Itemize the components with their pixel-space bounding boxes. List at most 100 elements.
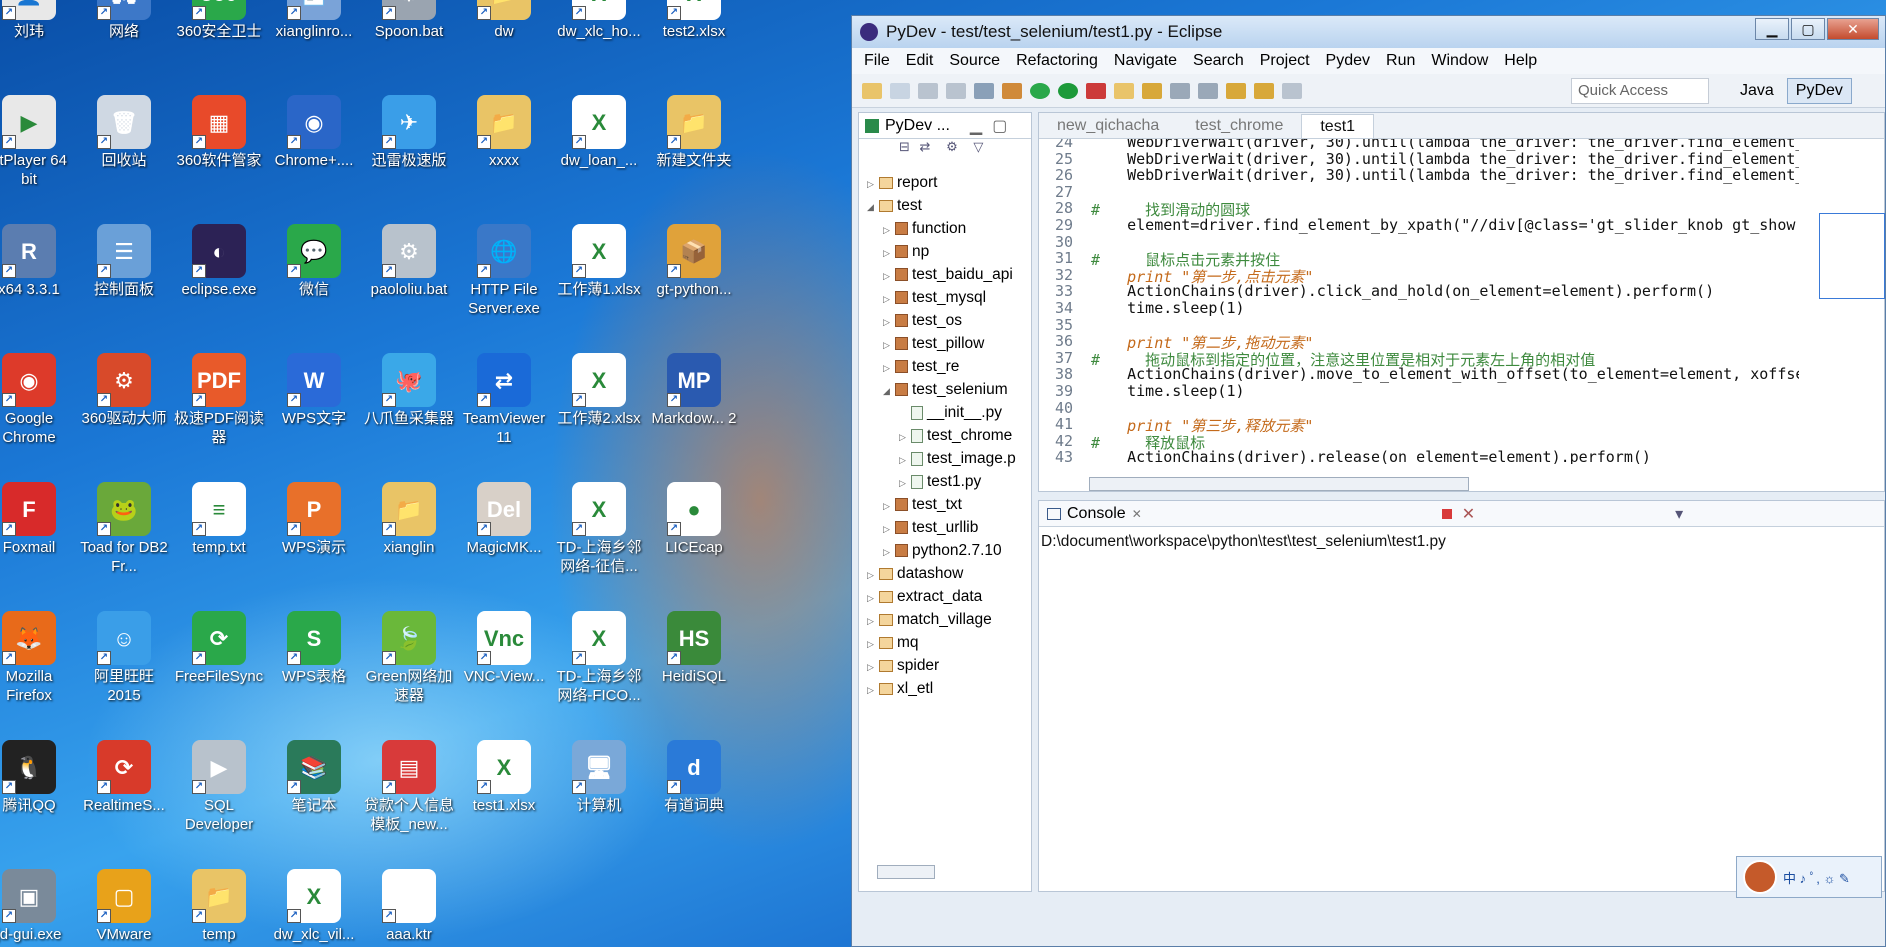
desktop-icon-28[interactable]: 🐙 ↗ 八爪鱼采集器 [362,353,456,428]
link-editor-icon[interactable]: ⇄ [920,139,931,154]
minimize-view-icon[interactable]: ▁ [970,116,982,136]
desktop-icon-5[interactable]: 📁↗ dw [457,0,551,41]
expand-toggle-icon[interactable]: ▷ [867,656,879,677]
expand-toggle-icon[interactable]: ▷ [899,472,911,493]
desktop-icon-36[interactable]: 📁 ↗ xianglin [362,482,456,557]
desktop-icon-15[interactable]: 📁 ↗ 新建文件夹 [647,95,741,170]
view-menu-icon[interactable]: ▽ [973,139,983,154]
console-menu-icon[interactable]: ▾ [1675,504,1683,524]
code-line[interactable]: ActionChains(driver).move_to_element_wit… [1091,365,1799,383]
desktop-icon-31[interactable]: MP ↗ Markdow... 2 [647,353,741,428]
maximize-view-icon[interactable]: ▢ [992,116,1007,136]
remove-launch-icon[interactable]: ✕ [1462,504,1475,524]
filters-icon[interactable]: ⚙ [946,139,958,154]
title-bar[interactable]: PyDev - test/test_selenium/test1.py - Ec… [852,16,1885,48]
forward-icon[interactable] [1282,82,1302,99]
tree-item-function[interactable]: ▷ function [859,217,1031,240]
desktop-icon-25[interactable]: ⚙ ↗ 360驱动大师 [77,353,171,428]
close-button[interactable]: ✕ [1827,18,1879,40]
desktop-icon-57[interactable]: ▢ ↗ VMware [77,869,171,944]
run-icon[interactable] [1058,82,1078,99]
tree-item-python2-7-10[interactable]: ▷ python2.7.10 [859,539,1031,562]
tab-new-qichacha[interactable]: new_qichacha [1039,114,1177,138]
tab-test1[interactable]: test1 [1301,114,1375,138]
desktop-icon-29[interactable]: ⇄ ↗ TeamViewer 11 [457,353,551,447]
desktop-icon-41[interactable]: ☺ ↗ 阿里旺旺 2015 [77,611,171,705]
expand-toggle-icon[interactable]: ▷ [883,518,895,539]
expand-toggle-icon[interactable]: ▷ [883,357,895,378]
perspective-pydev[interactable]: PyDev [1786,78,1852,104]
close-console-icon[interactable]: ✕ [1132,507,1142,521]
desktop-icon-44[interactable]: 🍃 ↗ Green网络加速器 [362,611,456,705]
tree-item---init---py[interactable]: __init__.py [859,401,1031,424]
desktop-icon-27[interactable]: W ↗ WPS文字 [267,353,361,428]
desktop-icon-19[interactable]: 💬 ↗ 微信 [267,224,361,299]
expand-toggle-icon[interactable]: ▷ [867,587,879,608]
code-line[interactable]: time.sleep(1) [1091,382,1244,400]
expand-toggle-icon[interactable]: ▷ [883,495,895,516]
desktop-icon-10[interactable]: ▦ ↗ 360软件管家 [172,95,266,170]
desktop-icon-22[interactable]: X ↗ 工作薄1.xlsx [552,224,646,299]
desktop-icon-30[interactable]: X ↗ 工作薄2.xlsx [552,353,646,428]
code-area[interactable]: 24 WebDriverWait(driver, 30).until(lambd… [1039,139,1799,464]
tree-item-test-image-p[interactable]: ▷ test_image.p [859,447,1031,470]
open-type-icon[interactable] [1002,82,1022,99]
perspective-java[interactable]: Java [1731,78,1783,104]
explorer-hscrollbar[interactable] [877,865,935,879]
next-annotation-icon[interactable] [1170,82,1190,99]
expand-toggle-icon[interactable]: ▷ [899,449,911,470]
back-icon[interactable] [1254,82,1274,99]
desktop-icon-13[interactable]: 📁 ↗ xxxx [457,95,551,170]
code-line[interactable]: ActionChains(driver).release(on_element=… [1091,448,1651,464]
quick-access-input[interactable]: Quick Access [1571,78,1709,104]
desktop-icon-38[interactable]: X ↗ TD-上海乡邻网络-征信... [552,482,646,576]
desktop-icon-11[interactable]: ◉ ↗ Chrome+.... [267,95,361,170]
tree-item-extract-data[interactable]: ▷ extract_data [859,585,1031,608]
open-folder-icon[interactable] [1114,82,1134,99]
code-line[interactable]: WebDriverWait(driver, 30).until(lambda t… [1091,150,1799,168]
tree-item-datashow[interactable]: ▷ datashow [859,562,1031,585]
print-icon[interactable] [974,82,994,99]
desktop-icon-12[interactable]: ✈ ↗ 迅雷极速版 [362,95,456,170]
desktop-icon-23[interactable]: 📦 ↗ gt-python... [647,224,741,299]
last-edit-icon[interactable] [1226,82,1246,99]
tree-item-test-baidu-api[interactable]: ▷ test_baidu_api [859,263,1031,286]
code-line[interactable]: element=driver.find_element_by_xpath("//… [1091,216,1799,234]
menu-refactoring[interactable]: Refactoring [1016,52,1098,70]
tree-item-np[interactable]: ▷ np [859,240,1031,263]
desktop-icon-18[interactable]: ◐ ↗ eclipse.exe [172,224,266,299]
desktop-icon-20[interactable]: ⚙ ↗ paololiu.bat [362,224,456,299]
desktop-icon-40[interactable]: 🦊 ↗ Mozilla Firefox [0,611,76,705]
expand-toggle-icon[interactable]: ▷ [883,334,895,355]
expand-toggle-icon[interactable]: ▷ [867,610,879,631]
desktop-icon-33[interactable]: 🐸 ↗ Toad for DB2 Fr... [77,482,171,576]
desktop-icon-8[interactable]: ▶↗otPlayer 64 bit [0,95,76,189]
tree-item-test1-py[interactable]: ▷ test1.py [859,470,1031,493]
desktop-icon-52[interactable]: ▤ ↗ 贷款个人信息模板_new... [362,740,456,834]
tree-item-test-txt[interactable]: ▷ test_txt [859,493,1031,516]
tree-item-test-urllib[interactable]: ▷ test_urllib [859,516,1031,539]
menu-source[interactable]: Source [949,52,1000,70]
desktop-icon-43[interactable]: S ↗ WPS表格 [267,611,361,686]
desktop-icon-35[interactable]: P ↗ WPS演示 [267,482,361,557]
tree-item-match-village[interactable]: ▷ match_village [859,608,1031,631]
menu-help[interactable]: Help [1504,52,1537,70]
desktop-icon-32[interactable]: F ↗ Foxmail [0,482,76,557]
desktop-icon-49[interactable]: ⟳ ↗ RealtimeS... [77,740,171,815]
desktop-icon-16[interactable]: R ↗ x64 3.3.1 [0,224,76,299]
desktop-icon-39[interactable]: ● ↗ LICEcap [647,482,741,557]
tree-item-spider[interactable]: ▷ spider [859,654,1031,677]
debug-icon[interactable] [1030,82,1050,99]
desktop-icon-7[interactable]: X↗ test2.xlsx [647,0,741,41]
menu-file[interactable]: File [864,52,890,70]
desktop-icon-50[interactable]: ▶ ↗ SQL Developer [172,740,266,834]
desktop-icon-46[interactable]: X ↗ TD-上海乡邻网络-FICO... [552,611,646,705]
desktop-icon-34[interactable]: ≡ ↗ temp.txt [172,482,266,557]
prev-annotation-icon[interactable] [1198,82,1218,99]
menu-navigate[interactable]: Navigate [1114,52,1177,70]
desktop-icon-48[interactable]: 🐧 ↗ 腾讯QQ [0,740,76,815]
tree-item-report[interactable]: ▷ report [859,171,1031,194]
expand-toggle-icon[interactable]: ▷ [883,242,895,263]
expand-toggle-icon[interactable]: ◢ [867,196,879,217]
tree-item-test-chrome[interactable]: ▷ test_chrome [859,424,1031,447]
